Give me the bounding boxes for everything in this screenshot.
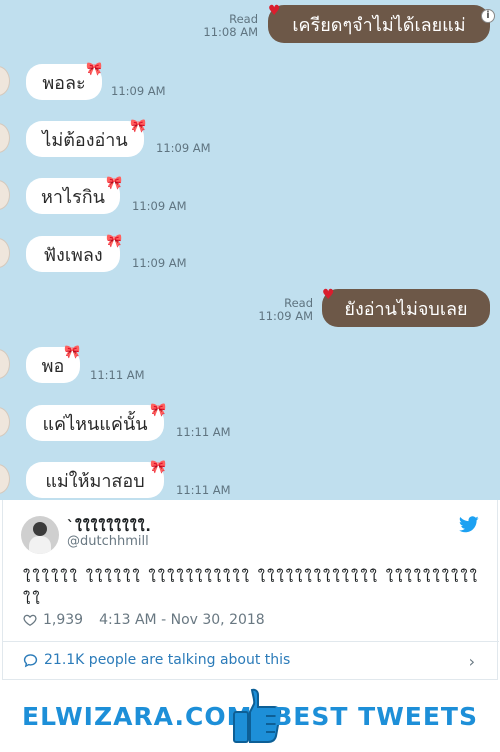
tweet-text: ใใใใใใ ใใใใใใ ใใใใใใใใใใใ ใใใใใใใใใใใใใ …	[23, 568, 479, 608]
avatar	[0, 238, 10, 268]
avatar	[0, 180, 10, 210]
bow-icon: 🎀	[86, 62, 103, 77]
tweet-meta: 1,939 4:13 AM - Nov 30, 2018	[23, 612, 265, 628]
message-text: พอ	[41, 355, 65, 377]
speech-bubble-icon	[23, 653, 38, 667]
avatar	[0, 349, 10, 379]
author-handle[interactable]: @dutchhmill	[67, 534, 149, 549]
message-text: ฟังเพลง	[43, 244, 103, 266]
twitter-bird-icon[interactable]	[459, 516, 479, 533]
tweet-timestamp[interactable]: 4:13 AM - Nov 30, 2018	[99, 612, 265, 628]
brand-banner: ELWIZARA.COM BEST TWEETS	[0, 680, 500, 752]
message-time: 11:09 AM	[156, 141, 211, 155]
message-text: ยังอ่านไม่จบเลย	[344, 298, 468, 320]
message-time: 11:11 AM	[176, 425, 231, 439]
message-time: 11:09 AM	[132, 256, 187, 270]
outgoing-message-bubble[interactable]: ยังอ่านไม่จบเลย	[322, 289, 490, 327]
like-count[interactable]: 1,939	[43, 612, 83, 628]
bow-icon: 🎀	[106, 176, 123, 191]
brand-tagline: BEST TWEETS	[273, 702, 478, 731]
divider	[3, 641, 499, 642]
bow-icon: 🎀	[150, 403, 167, 418]
message-text: พอละ	[42, 72, 86, 94]
incoming-message-bubble[interactable]: แค่ไหนแค่นั้น	[26, 405, 164, 441]
chevron-right-icon[interactable]: ›	[469, 652, 475, 671]
read-receipt: Read 11:08 AM	[203, 12, 258, 39]
avatar	[0, 407, 10, 437]
message-text: เครียดๆจำไม่ได้เลยแม่	[292, 14, 466, 36]
bow-icon: 🎀	[130, 119, 147, 134]
incoming-message-bubble[interactable]: ไม่ต้องอ่าน	[26, 121, 144, 157]
message-text: แม่ให้มาสอบ	[45, 470, 145, 492]
heart-outline-icon[interactable]	[23, 613, 37, 627]
avatar	[0, 66, 10, 96]
conversation-link[interactable]: 21.1K people are talking about this	[23, 652, 290, 668]
avatar[interactable]	[21, 516, 59, 554]
conversation-count: 21.1K people are talking about this	[44, 652, 291, 668]
message-text: แค่ไหนแค่นั้น	[42, 413, 148, 435]
message-text: ไม่ต้องอ่าน	[42, 129, 128, 151]
bow-icon: 🎀	[150, 460, 167, 475]
tweet-card: `ใใใใใใใใใ. @dutchhmill ใใใใใใ ใใใใใใ ใใ…	[2, 500, 499, 680]
message-time: 11:09 AM	[132, 199, 187, 213]
bow-icon: 🎀	[106, 234, 123, 249]
heart-icon: ♥	[268, 3, 281, 19]
avatar	[0, 464, 10, 494]
heart-icon: ♥	[322, 287, 335, 303]
message-time: 11:11 AM	[90, 368, 145, 382]
bow-icon: 🎀	[64, 345, 81, 360]
message-time: 11:11 AM	[176, 483, 231, 497]
message-time: 11:09 AM	[111, 84, 166, 98]
info-icon[interactable]: i	[481, 9, 495, 23]
screenshot-root: Read 11:08 AM เครียดๆจำไม่ได้เลยแม่ ♥ i …	[0, 0, 500, 752]
incoming-message-bubble[interactable]: แม่ให้มาสอบ	[26, 462, 164, 498]
read-receipt: Read 11:09 AM	[258, 296, 313, 323]
outgoing-message-bubble[interactable]: เครียดๆจำไม่ได้เลยแม่	[268, 5, 490, 43]
chat-screenshot: Read 11:08 AM เครียดๆจำไม่ได้เลยแม่ ♥ i …	[0, 0, 500, 500]
brand-site-name[interactable]: ELWIZARA.COM	[22, 702, 252, 731]
message-text: หาไรกิน	[41, 186, 105, 208]
avatar	[0, 123, 10, 153]
